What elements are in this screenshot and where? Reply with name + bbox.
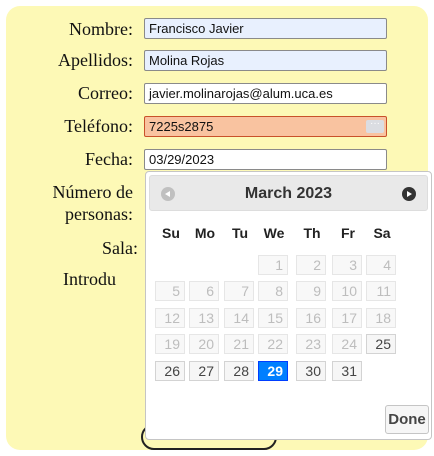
personas-label-line2: personas: [65, 204, 133, 224]
weekday-header: Fr [341, 225, 355, 241]
weekday-header: Th [303, 225, 321, 241]
weekday-header: Mo [194, 225, 216, 241]
day-cell: 7 [224, 281, 254, 301]
correo-input[interactable]: javier.molinarojas@alum.uca.es [144, 83, 387, 104]
day-cell: 22 [258, 334, 288, 354]
nombre-input[interactable]: Francisco Javier [144, 18, 387, 39]
datepicker-header: March 2023 [149, 175, 428, 211]
done-button[interactable]: Done [385, 405, 429, 434]
day-cell: 2 [296, 255, 326, 275]
day-cell: 5 [155, 281, 185, 301]
telefono-label: Teléfono: [64, 116, 133, 136]
weekday-header: Su [162, 225, 180, 241]
telefono-value: 7225s2875 [149, 119, 214, 134]
day-cell: 21 [224, 334, 254, 354]
day-cell: 11 [366, 281, 396, 301]
next-month-icon[interactable] [402, 187, 416, 201]
day-cell: 8 [258, 281, 288, 301]
day-cell: 16 [296, 308, 326, 328]
fecha-input[interactable]: 03/29/2023 [144, 149, 387, 170]
fecha-label: Fecha: [85, 149, 133, 169]
day-cell: 1 [258, 255, 288, 275]
weekday-header: We [263, 225, 285, 241]
datepicker-month-title: March 2023 [244, 185, 333, 202]
day-cell: 14 [224, 308, 254, 328]
day-cell[interactable]: 31 [332, 361, 362, 381]
day-cell: 24 [332, 334, 362, 354]
day-cell: 17 [332, 308, 362, 328]
nombre-label: Nombre: [69, 19, 133, 39]
day-cell[interactable]: 27 [189, 361, 219, 381]
day-cell: 12 [155, 308, 185, 328]
apellidos-label: Apellidos: [58, 50, 133, 70]
day-cell: 13 [189, 308, 219, 328]
day-cell[interactable]: 25 [366, 334, 396, 354]
sala-label: Sala: [102, 238, 138, 258]
more-options-icon[interactable]: ··· [366, 119, 384, 133]
datepicker: March 2023 Su Mo Tu We Th Fr Sa 1 2 3 4 5 6 7 8 9 10 11 1… [145, 171, 432, 440]
weekday-header: Sa [373, 225, 391, 241]
correo-label: Correo: [78, 83, 133, 103]
day-cell[interactable]: 30 [296, 361, 326, 381]
day-cell: 6 [189, 281, 219, 301]
day-cell: 23 [296, 334, 326, 354]
day-cell: 3 [332, 255, 362, 275]
weekday-header: Tu [231, 225, 249, 241]
day-cell: 18 [366, 308, 396, 328]
day-cell: 19 [155, 334, 185, 354]
day-cell: 20 [189, 334, 219, 354]
day-cell: 10 [332, 281, 362, 301]
day-cell: 15 [258, 308, 288, 328]
introduce-label: Introdu [63, 269, 116, 289]
telefono-input[interactable]: 7225s2875 ··· [144, 116, 387, 137]
apellidos-input[interactable]: Molina Rojas [144, 50, 387, 71]
day-cell-selected[interactable]: 29 [258, 361, 288, 381]
day-cell[interactable]: 26 [155, 361, 185, 381]
day-cell: 4 [366, 255, 396, 275]
personas-label-line1: Número de [52, 182, 133, 202]
day-cell[interactable]: 28 [224, 361, 254, 381]
day-cell: 9 [296, 281, 326, 301]
